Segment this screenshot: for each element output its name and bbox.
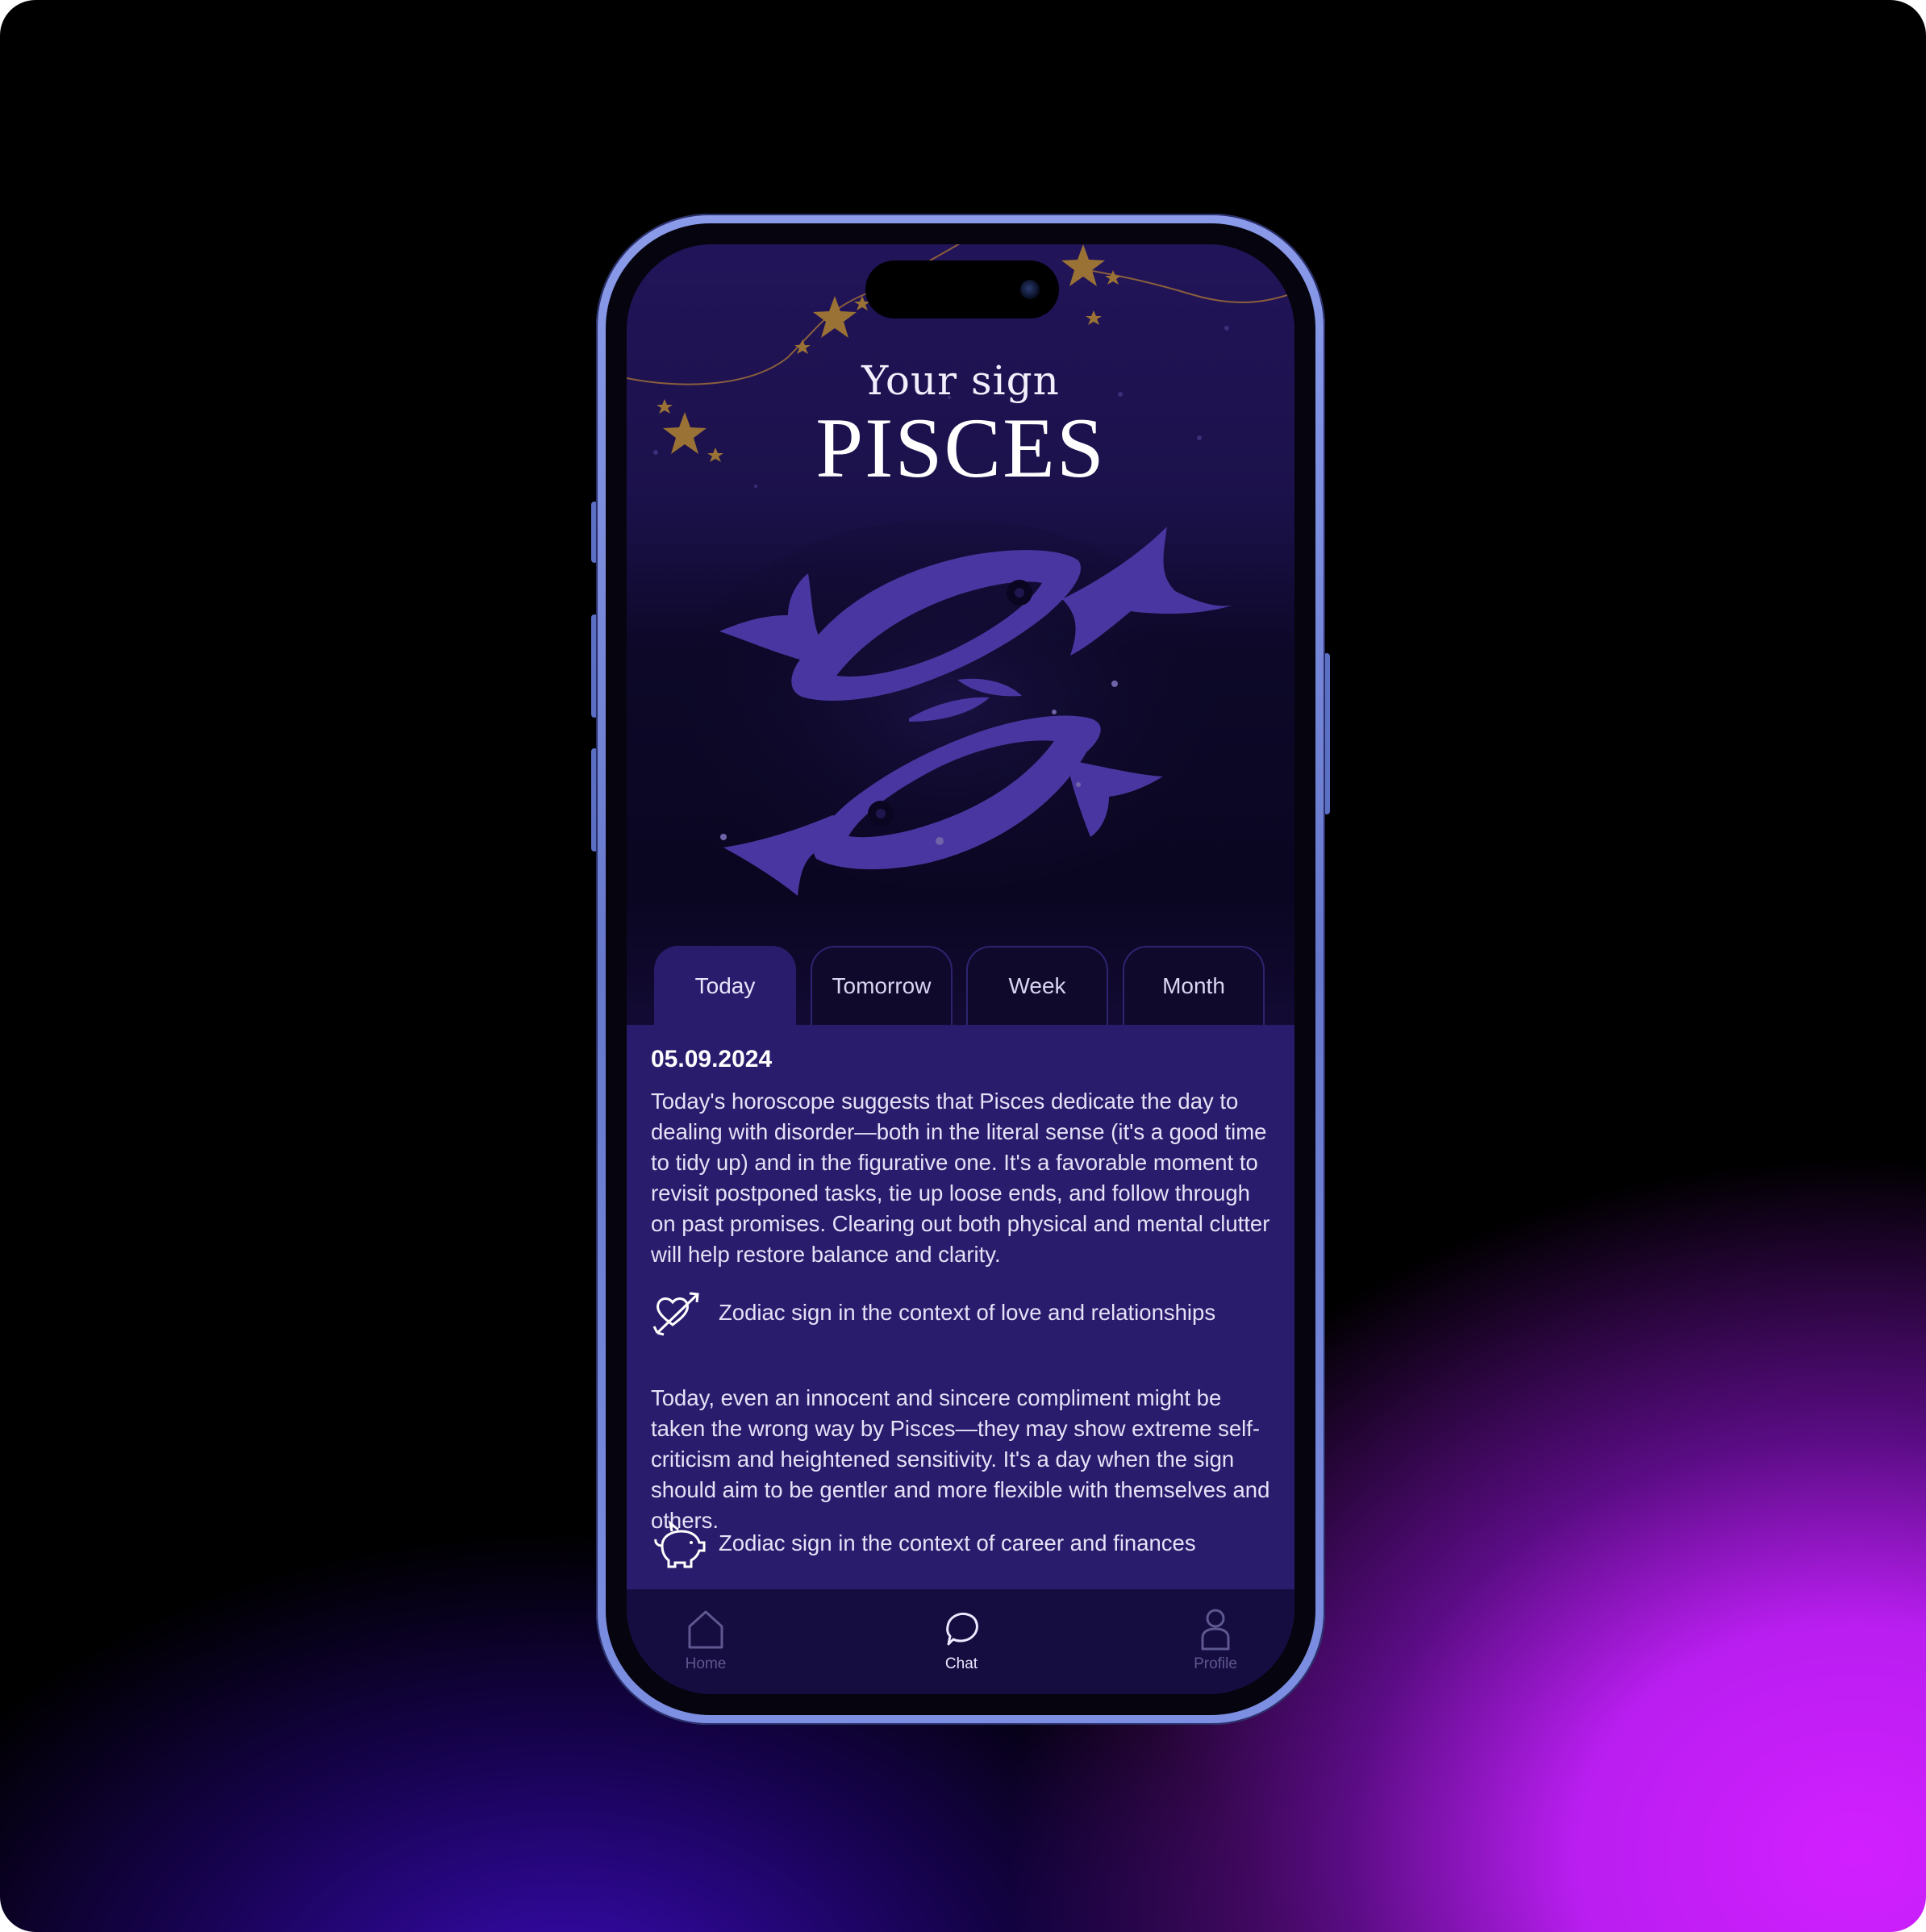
career-section-header: Zodiac sign in the context of career and… bbox=[651, 1518, 1288, 1568]
horoscope-content[interactable]: 05.09.2024 Today's horoscope suggests th… bbox=[627, 1025, 1294, 1589]
front-camera bbox=[1020, 280, 1040, 299]
tab-today[interactable]: Today bbox=[654, 946, 796, 1025]
tab-tomorrow[interactable]: Tomorrow bbox=[811, 946, 953, 1025]
nav-home-label: Home bbox=[685, 1655, 727, 1672]
tab-month[interactable]: Month bbox=[1123, 946, 1265, 1025]
period-tabs: Today Tomorrow Week Month bbox=[654, 946, 1267, 1026]
zodiac-sign-title: PISCES bbox=[815, 401, 1106, 495]
nav-home[interactable]: Home bbox=[657, 1607, 754, 1673]
user-icon bbox=[1201, 1609, 1230, 1651]
nav-chat[interactable]: Chat bbox=[913, 1607, 1010, 1673]
nav-profile[interactable]: Profile bbox=[1167, 1607, 1264, 1673]
presentation-background: Your sign PISCES Today Tomorrow Week Mon… bbox=[0, 0, 1926, 1932]
star-icon bbox=[1105, 270, 1121, 285]
love-horoscope-text: Today, even an innocent and sincere comp… bbox=[651, 1385, 1270, 1533]
heart-arrow-icon bbox=[652, 1292, 699, 1336]
star-icon bbox=[1061, 244, 1105, 286]
dynamic-island bbox=[865, 260, 1059, 319]
career-section-label: Zodiac sign in the context of career and… bbox=[719, 1530, 1196, 1555]
star-icon bbox=[794, 339, 811, 354]
tab-week[interactable]: Week bbox=[966, 946, 1108, 1025]
pisces-fish-icon bbox=[675, 518, 1232, 896]
nav-chat-label: Chat bbox=[944, 1655, 978, 1672]
nav-profile-label: Profile bbox=[1194, 1655, 1237, 1672]
star-icon bbox=[1086, 310, 1102, 325]
home-icon bbox=[688, 1610, 723, 1649]
love-section-header: Zodiac sign in the context of love and r… bbox=[651, 1288, 1288, 1338]
chat-bubble-icon bbox=[946, 1612, 978, 1646]
general-horoscope-text: Today's horoscope suggests that Pisces d… bbox=[651, 1089, 1270, 1267]
bottom-navigation: Home Chat Profile bbox=[627, 1589, 1294, 1694]
piggy-bank-icon bbox=[654, 1520, 706, 1568]
horoscope-date: 05.09.2024 bbox=[651, 1046, 773, 1072]
love-section-label: Zodiac sign in the context of love and r… bbox=[719, 1300, 1216, 1325]
app-screen: Your sign PISCES Today Tomorrow Week Mon… bbox=[627, 244, 1294, 1694]
your-sign-caption: Your sign bbox=[861, 357, 1060, 404]
